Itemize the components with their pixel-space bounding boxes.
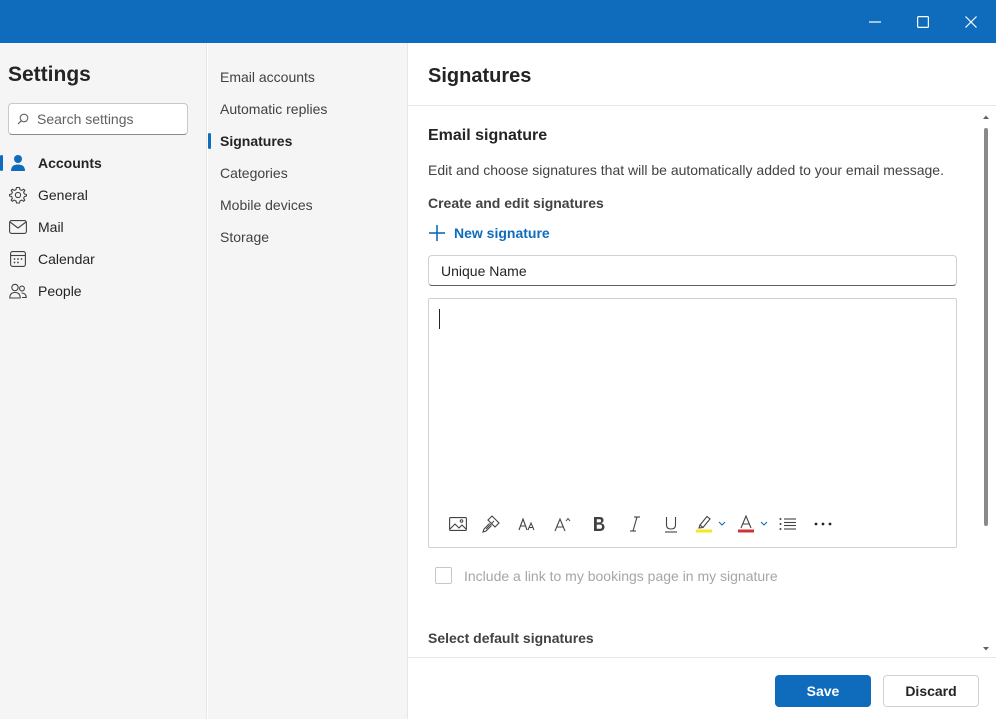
font-color-button[interactable]: [733, 510, 773, 538]
submenu-item-label: Email accounts: [220, 69, 315, 85]
nav-item-label: Calendar: [38, 251, 95, 267]
insert-picture-button[interactable]: [443, 510, 473, 538]
nav-item-label: People: [38, 283, 82, 299]
scroll-up-icon[interactable]: [982, 113, 990, 121]
plus-icon: [429, 225, 445, 241]
underline-icon: [665, 516, 677, 533]
submenu-item-email-accounts[interactable]: Email accounts: [208, 61, 407, 93]
nav-item-calendar[interactable]: Calendar: [0, 243, 206, 275]
submenu-item-mobile-devices[interactable]: Mobile devices: [208, 189, 407, 221]
person-icon: [9, 154, 27, 172]
active-indicator: [208, 133, 211, 149]
bullets-button[interactable]: [773, 510, 803, 538]
nav-item-people[interactable]: People: [0, 275, 206, 307]
bookings-link-option: Include a link to my bookings page in my…: [435, 567, 778, 584]
font-size-icon: [518, 517, 535, 531]
format-painter-icon: [482, 515, 500, 533]
settings-sidebar: Settings Accounts General Mail Calendar …: [0, 43, 207, 719]
format-painter-button[interactable]: [473, 510, 509, 538]
more-options-icon: [814, 522, 832, 526]
active-indicator: [0, 155, 3, 171]
italic-button[interactable]: [617, 510, 653, 538]
section-description: Edit and choose signatures that will be …: [428, 162, 944, 178]
maximize-button[interactable]: [899, 0, 947, 43]
title-bar: [0, 0, 996, 43]
minimize-button[interactable]: [851, 0, 899, 43]
gear-icon: [9, 186, 27, 204]
new-signature-label: New signature: [454, 225, 550, 241]
maximize-icon: [917, 15, 929, 28]
default-signatures-heading: Select default signatures: [428, 630, 594, 646]
signature-editor: [428, 298, 957, 548]
close-icon: [965, 15, 977, 28]
grow-font-icon: [554, 517, 571, 532]
grow-font-button[interactable]: [545, 510, 581, 538]
nav-item-label: Mail: [38, 219, 64, 235]
discard-button[interactable]: Discard: [883, 675, 979, 707]
bullets-icon: [779, 518, 796, 530]
bookings-link-checkbox[interactable]: [435, 567, 452, 584]
mail-icon: [9, 218, 27, 236]
scrollbar-thumb[interactable]: [984, 128, 988, 526]
section-title: Email signature: [428, 127, 548, 144]
bookings-link-label: Include a link to my bookings page in my…: [464, 567, 778, 584]
close-button[interactable]: [947, 0, 995, 43]
search-box[interactable]: [8, 103, 188, 135]
page-title: Signatures: [428, 65, 532, 87]
formatting-toolbar: [443, 509, 843, 539]
submenu-item-label: Storage: [220, 229, 270, 245]
nav-item-label: General: [38, 187, 88, 203]
text-caret: [439, 309, 440, 329]
minimize-icon: [869, 20, 881, 23]
scroll-down-icon[interactable]: [982, 645, 990, 653]
search-icon: [17, 113, 29, 125]
nav-item-mail[interactable]: Mail: [0, 211, 206, 243]
highlight-icon: [696, 515, 726, 533]
insert-picture-icon: [449, 517, 467, 531]
bold-button[interactable]: [581, 510, 617, 538]
submenu-item-label: Categories: [220, 165, 288, 181]
save-button[interactable]: Save: [775, 675, 871, 707]
font-color-icon: [738, 515, 768, 533]
submenu-item-storage[interactable]: Storage: [208, 221, 407, 253]
create-edit-heading: Create and edit signatures: [428, 195, 604, 211]
submenu-item-label: Automatic replies: [220, 101, 328, 117]
signature-body-input[interactable]: [429, 299, 956, 499]
nav-item-general[interactable]: General: [0, 179, 206, 211]
accounts-submenu: Email accounts Automatic replies Signatu…: [208, 43, 408, 719]
font-size-button[interactable]: [509, 510, 545, 538]
italic-icon: [630, 516, 640, 532]
more-options-button[interactable]: [803, 510, 843, 538]
settings-title: Settings: [8, 63, 91, 86]
underline-button[interactable]: [653, 510, 689, 538]
vertical-scrollbar[interactable]: [981, 113, 991, 653]
new-signature-button[interactable]: New signature: [428, 222, 550, 244]
calendar-icon: [9, 250, 27, 268]
header-divider: [408, 105, 996, 106]
submenu-item-label: Signatures: [220, 133, 293, 149]
signatures-panel: Signatures Email signature Edit and choo…: [408, 43, 996, 719]
bold-icon: [594, 517, 605, 531]
submenu-item-automatic-replies[interactable]: Automatic replies: [208, 93, 407, 125]
signature-name-field[interactable]: [428, 255, 957, 286]
submenu-item-categories[interactable]: Categories: [208, 157, 407, 189]
nav-item-label: Accounts: [38, 155, 102, 171]
highlight-button[interactable]: [689, 510, 733, 538]
nav-item-accounts[interactable]: Accounts: [0, 147, 206, 179]
people-icon: [9, 282, 27, 300]
search-input[interactable]: [37, 111, 177, 127]
submenu-item-label: Mobile devices: [220, 197, 313, 213]
footer-actions: Save Discard: [408, 657, 996, 719]
submenu-item-signatures[interactable]: Signatures: [208, 125, 407, 157]
